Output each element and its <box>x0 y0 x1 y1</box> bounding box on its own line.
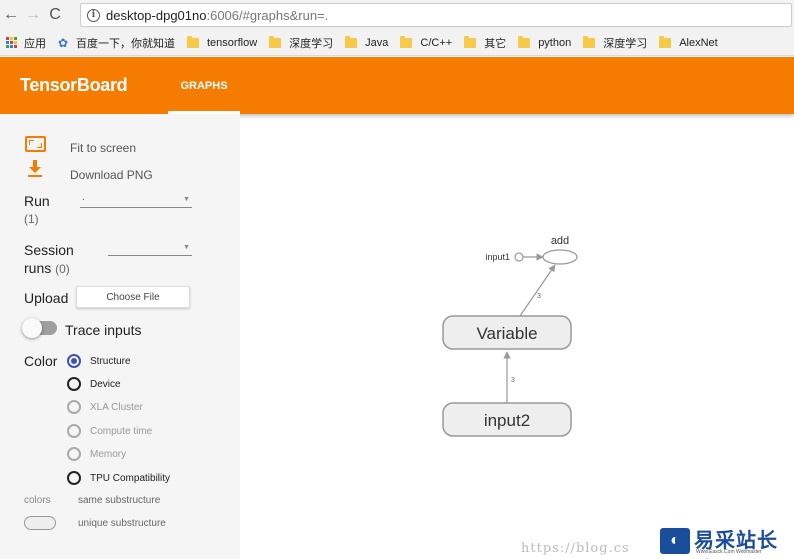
bookmark-label: tensorflow <box>207 36 258 49</box>
download-icon[interactable] <box>27 160 43 178</box>
url-host: desktop-dpg01no <box>106 7 207 23</box>
color-radio-structure[interactable] <box>67 354 81 368</box>
tensorboard-header: TensorBoard GRAPHS <box>0 57 794 114</box>
dropdown-caret-icon: ▼ <box>183 196 190 203</box>
color-label: Color <box>24 353 58 369</box>
back-arrow-icon: ← <box>3 6 19 23</box>
bookmark-deep-learning[interactable]: 深度学习 <box>269 35 333 51</box>
bookmark-label: 百度一下，你就知道 <box>76 37 175 50</box>
color-radio-xla-cluster[interactable] <box>67 400 81 414</box>
color-option-structure[interactable]: Structure <box>90 356 131 367</box>
legend-same-substructure: same substructure <box>78 495 161 506</box>
bookmark-label: Java <box>365 36 389 49</box>
app-title: TensorBoard <box>20 75 128 95</box>
download-png-link[interactable]: Download PNG <box>70 168 153 182</box>
run-select-value: . <box>82 192 85 203</box>
edge-variable-add <box>519 264 556 317</box>
bookmark-tensorflow[interactable]: tensorflow <box>187 35 258 49</box>
folder-icon <box>583 35 596 48</box>
watermark-url: https://blog.cs <box>521 541 630 556</box>
bookmark-label: AlexNet <box>679 36 718 49</box>
bookmark-label: 应用 <box>24 37 46 50</box>
bookmark-alexnet[interactable]: AlexNet <box>659 35 718 49</box>
run-label: Run <box>24 193 50 209</box>
legend-unique-swatch <box>24 516 56 530</box>
session-runs-select[interactable]: ▼ <box>108 242 192 256</box>
add-node[interactable] <box>542 249 578 265</box>
color-option-compute-time[interactable]: Compute time <box>90 426 152 437</box>
address-bar[interactable]: i desktop-dpg01no:6006/#graphs&run=. <box>80 3 792 27</box>
bookmark-label: C/C++ <box>420 36 453 49</box>
bookmark-apps[interactable]: 应用 <box>6 35 46 51</box>
legend-colors-title: colors <box>24 495 51 506</box>
bookmark-other[interactable]: 其它 <box>464 35 506 51</box>
input1-node[interactable] <box>514 252 524 262</box>
run-count: (1) <box>24 212 39 226</box>
color-radio-device[interactable] <box>67 377 81 391</box>
bookmarks-bar: 应用 ✿ 百度一下，你就知道 tensorflow 深度学习 Java C/C+… <box>0 30 794 56</box>
folder-icon <box>464 35 477 48</box>
session-label: Session <box>24 242 74 258</box>
folder-icon <box>518 35 531 48</box>
bookmark-java[interactable]: Java <box>345 35 389 49</box>
fit-to-screen-icon[interactable] <box>25 136 46 152</box>
tab-graphs[interactable]: GRAPHS <box>168 57 240 114</box>
add-label: add <box>551 235 569 247</box>
color-radio-tpu-compatibility[interactable] <box>67 471 81 485</box>
bookmark-python[interactable]: python <box>518 35 572 49</box>
folder-icon <box>187 35 199 48</box>
watermark-logo-icon: ◐ <box>660 528 690 554</box>
choose-file-button[interactable]: Choose File <box>76 286 190 308</box>
session-runs-text: runs <box>24 260 52 276</box>
bookmark-cpp[interactable]: C/C++ <box>400 35 453 49</box>
browser-toolbar: ← → C i desktop-dpg01no:6006/#graphs&run… <box>0 0 794 30</box>
paw-icon: ✿ <box>58 35 69 50</box>
trace-inputs-label: Trace inputs <box>65 322 142 338</box>
folder-icon <box>659 35 672 48</box>
watermark-subtitle: Www.Easck.Com Webmaster <box>696 549 762 555</box>
color-option-device[interactable]: Device <box>90 379 121 390</box>
session-runs-label: runs (0) <box>24 260 70 276</box>
url-rest: :6006/#graphs&run=. <box>206 7 329 23</box>
run-select[interactable]: . ▼ <box>80 192 192 208</box>
reload-icon: C <box>49 6 61 23</box>
legend-unique-substructure: unique substructure <box>78 518 166 529</box>
bookmark-label: 深度学习 <box>603 37 648 50</box>
back-button[interactable]: ← <box>0 0 22 30</box>
color-radio-compute-time[interactable] <box>67 424 81 438</box>
dropdown-caret-icon: ▼ <box>183 244 190 251</box>
bookmark-baidu[interactable]: ✿ 百度一下，你就知道 <box>58 35 175 51</box>
color-option-memory[interactable]: Memory <box>90 449 126 460</box>
input1-label: input1 <box>485 252 510 262</box>
color-radio-memory[interactable] <box>67 447 81 461</box>
forward-button[interactable]: → <box>22 0 44 30</box>
variable-label: Variable <box>476 324 537 343</box>
info-icon[interactable]: i <box>87 8 100 22</box>
input2-label: input2 <box>484 411 530 430</box>
trace-inputs-toggle[interactable] <box>22 318 57 338</box>
session-runs-count: (0) <box>55 262 70 276</box>
folder-icon <box>345 35 358 48</box>
edge-label-variable-add: 3 <box>537 293 541 300</box>
forward-arrow-icon: → <box>25 6 41 23</box>
graph-svg: 3 3 input1 add Variable input2 <box>442 235 578 437</box>
color-option-tpu-compatibility[interactable]: TPU Compatibility <box>90 473 170 484</box>
bookmark-label: 其它 <box>484 37 507 50</box>
bookmark-label: 深度学习 <box>289 37 334 50</box>
folder-icon <box>269 35 282 48</box>
fit-to-screen-link[interactable]: Fit to screen <box>70 141 136 155</box>
apps-icon <box>6 36 18 49</box>
upload-label: Upload <box>24 290 69 306</box>
bookmark-deep-learning-2[interactable]: 深度学习 <box>583 35 647 51</box>
graph-canvas[interactable]: 3 3 input1 add Variable input2 <box>240 114 794 559</box>
color-option-xla-cluster[interactable]: XLA Cluster <box>90 402 143 413</box>
bookmark-label: python <box>538 36 572 49</box>
folder-icon <box>400 35 413 48</box>
reload-button[interactable]: C <box>44 0 66 30</box>
edge-label-input2-variable: 3 <box>511 377 515 384</box>
